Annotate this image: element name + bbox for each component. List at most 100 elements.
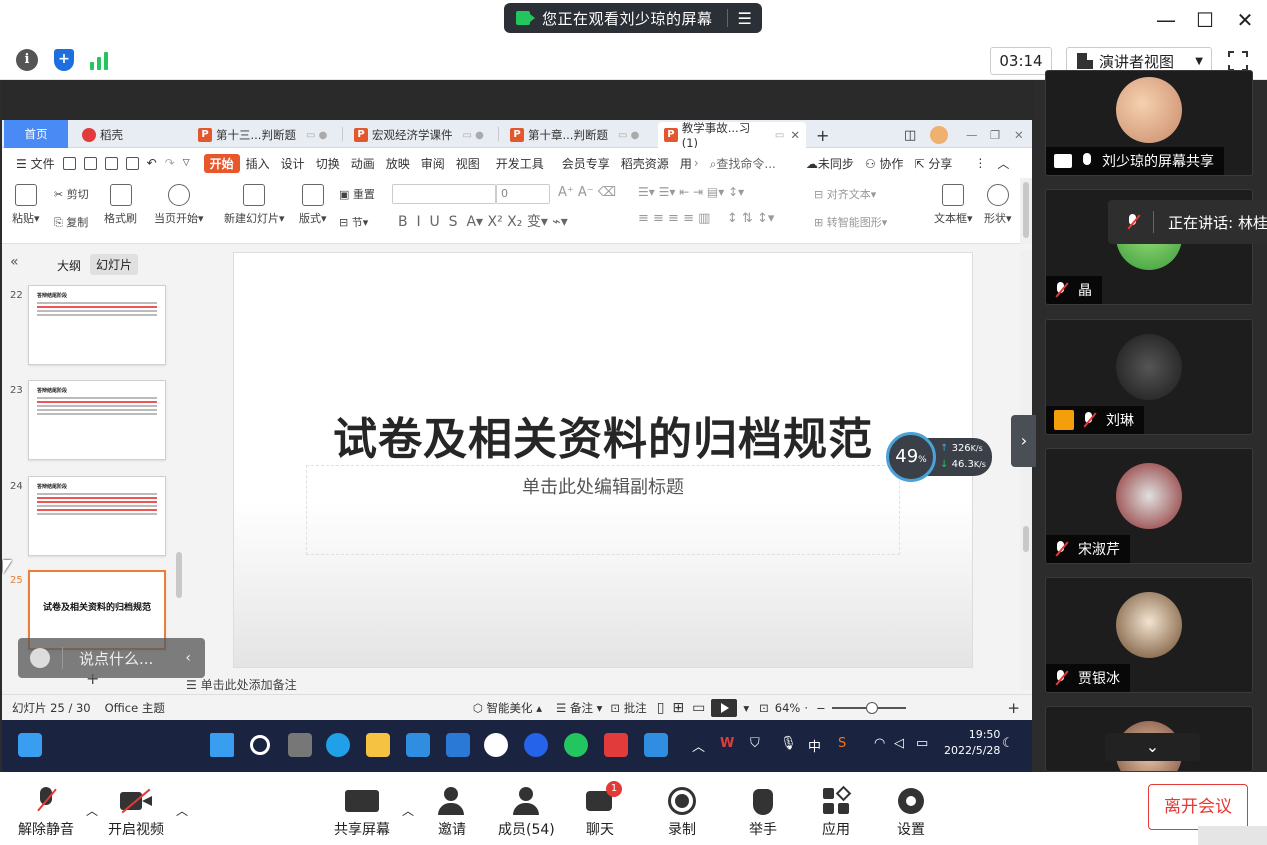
security-shield-icon[interactable]: +: [54, 49, 74, 71]
dell-icon[interactable]: [484, 733, 508, 757]
menu-view[interactable]: 视图: [456, 155, 480, 172]
sync-status[interactable]: ☁未同步: [806, 155, 854, 172]
section-button[interactable]: ⊟ 节▾: [339, 214, 368, 230]
collapse-panel-icon[interactable]: «: [10, 254, 19, 270]
wps-close-icon[interactable]: ✕: [1008, 122, 1030, 148]
ribbon-scrollbar[interactable]: [1020, 178, 1032, 244]
leave-meeting-button[interactable]: 离开会议: [1148, 784, 1248, 830]
search-command[interactable]: ⌕查找命令...: [710, 155, 776, 172]
wechat-icon[interactable]: [564, 733, 588, 757]
meeting-app-icon[interactable]: [644, 733, 668, 757]
menu-start[interactable]: 开始: [203, 153, 240, 173]
reset-button[interactable]: ▣ 重置: [339, 186, 375, 202]
slide-canvas[interactable]: 试卷及相关资料的归档规范 单击此处编辑副标题: [233, 252, 973, 668]
align-icons[interactable]: ≡ ≡ ≡ ≡ ▥ ↕ ⇅ ↕▾: [638, 211, 774, 226]
unmute-button[interactable]: 解除静音: [18, 787, 74, 839]
tab-doc-1[interactable]: P 第十三...判断题 ▭ ●: [192, 122, 333, 148]
slide-thumbnail[interactable]: 答辩结尾阶段: [28, 285, 166, 365]
network-monitor-widget[interactable]: ↑ 326K/s ↓ 46.3K/s 49%: [886, 432, 992, 482]
chevron-left-icon[interactable]: ‹: [185, 650, 191, 666]
format-icons[interactable]: B I U S A▾ X² X₂ 变▾ ⌁▾: [398, 211, 568, 231]
menu-more[interactable]: 用: [680, 155, 692, 172]
menu-review[interactable]: 审阅: [421, 155, 445, 172]
thumb-scrollbar[interactable]: [176, 552, 182, 598]
audio-options-chevron-icon[interactable]: ︿: [86, 802, 98, 819]
avatar[interactable]: [924, 122, 954, 148]
zoom-level[interactable]: 64%: [775, 701, 801, 715]
start-video-button[interactable]: 开启视频: [108, 787, 164, 839]
fullscreen-icon[interactable]: [1227, 50, 1249, 72]
share-screen-button[interactable]: 共享屏幕: [334, 787, 390, 839]
slide-thumbnail[interactable]: 答辩结尾阶段: [28, 476, 166, 556]
from-current-button[interactable]: 当页开始▾: [154, 184, 204, 226]
more-icon[interactable]: ⋮: [974, 156, 986, 170]
font-size-select[interactable]: 0: [496, 184, 550, 204]
format-brush-button[interactable]: 格式刷: [104, 184, 137, 226]
store-icon[interactable]: [406, 733, 430, 757]
menu-member[interactable]: 会员专享: [562, 155, 610, 172]
smart-shape-button[interactable]: ⊞ 转智能图形▾: [814, 214, 887, 230]
scroll-participants-button[interactable]: ⌄: [1105, 733, 1200, 761]
members-button[interactable]: 成员(54): [498, 787, 555, 839]
paste-button[interactable]: 粘贴▾: [12, 184, 40, 226]
taskbar-clock[interactable]: 19:50 2022/5/28: [944, 727, 1000, 759]
tab-outline[interactable]: 大纲: [57, 257, 81, 274]
font-size-icons[interactable]: A⁺ A⁻ ⌫: [558, 185, 616, 200]
zoom-slider[interactable]: [831, 701, 906, 714]
menu-slideshow[interactable]: 放映: [386, 155, 410, 172]
normal-view-icon[interactable]: ▯: [657, 700, 665, 716]
share-options-chevron-icon[interactable]: ︿: [402, 802, 414, 819]
menu-scroll-icon[interactable]: ›: [694, 156, 699, 170]
slide-scrollbar[interactable]: [1020, 250, 1032, 690]
notification-icon[interactable]: ☾: [1002, 736, 1014, 751]
redo-icon[interactable]: ↷: [165, 156, 175, 170]
info-icon[interactable]: i: [16, 49, 38, 71]
chat-button[interactable]: 1 聊天: [586, 781, 622, 839]
wps-icon[interactable]: [604, 733, 628, 757]
edge-icon[interactable]: [326, 733, 350, 757]
participant-card[interactable]: 宋淑芹: [1045, 448, 1253, 564]
chat-input-overlay[interactable]: 说点什么... ‹: [18, 638, 205, 678]
minimize-icon[interactable]: —: [1153, 8, 1179, 32]
tab-slides[interactable]: 幻灯片: [90, 254, 139, 275]
menu-insert[interactable]: 插入: [246, 155, 270, 172]
export-icon[interactable]: [83, 156, 97, 170]
wps-tray-icon[interactable]: W: [720, 736, 734, 751]
raise-hand-button[interactable]: 举手: [749, 787, 777, 839]
search-icon[interactable]: [250, 735, 270, 755]
close-icon[interactable]: ✕: [1232, 8, 1258, 32]
print-icon[interactable]: [104, 156, 118, 170]
quick-access-chevron-icon[interactable]: ▽: [183, 158, 190, 168]
sogou-icon[interactable]: S: [838, 736, 846, 751]
tab-doc-2[interactable]: P 宏观经济学课件 ▭ ●: [348, 122, 490, 148]
network-signal-icon[interactable]: [90, 52, 112, 70]
apps-button[interactable]: 应用: [822, 785, 852, 839]
participant-card[interactable]: 刘少琼的屏幕共享: [1045, 70, 1253, 176]
notes-placeholder[interactable]: ☰ 单击此处添加备注: [186, 676, 297, 693]
tab-doc-3[interactable]: P 第十章...判断题 ▭ ●: [504, 122, 645, 148]
participant-card[interactable]: 刘琳: [1045, 319, 1253, 435]
zoom-menu-icon[interactable]: ▾: [743, 701, 749, 715]
folder-icon[interactable]: [366, 733, 390, 757]
banner-menu-icon[interactable]: ☰: [738, 9, 752, 28]
preview-icon[interactable]: [125, 156, 139, 170]
participant-card[interactable]: 贾银冰: [1045, 577, 1253, 693]
menu-design[interactable]: 设计: [281, 155, 305, 172]
tray-expand-icon[interactable]: ︿: [692, 736, 705, 755]
font-name-select[interactable]: [392, 184, 496, 204]
taskview-icon[interactable]: [288, 733, 312, 757]
menu-file[interactable]: ☰ 文件: [16, 155, 55, 172]
record-button[interactable]: 录制: [668, 787, 696, 839]
slide-thumbnail[interactable]: 答辩结尾阶段: [28, 380, 166, 460]
volume-icon[interactable]: ◁: [894, 736, 904, 751]
copy-button[interactable]: ⎘ 复制: [54, 214, 88, 230]
play-slideshow-button[interactable]: [711, 698, 738, 717]
undo-icon[interactable]: ↶: [147, 156, 157, 170]
start-icon[interactable]: [210, 733, 234, 757]
menu-daoke-resources[interactable]: 稻壳资源: [621, 155, 669, 172]
list-icons[interactable]: ☰▾ ☰▾ ⇤ ⇥ ▤▾ ↕▾: [638, 185, 744, 199]
beautify-button[interactable]: ⬡ 智能美化 ▴: [473, 700, 542, 716]
layout-button[interactable]: 版式▾: [299, 184, 327, 226]
wps-restore-icon[interactable]: ❐: [984, 122, 1006, 148]
battery-icon[interactable]: ▭: [916, 736, 928, 751]
